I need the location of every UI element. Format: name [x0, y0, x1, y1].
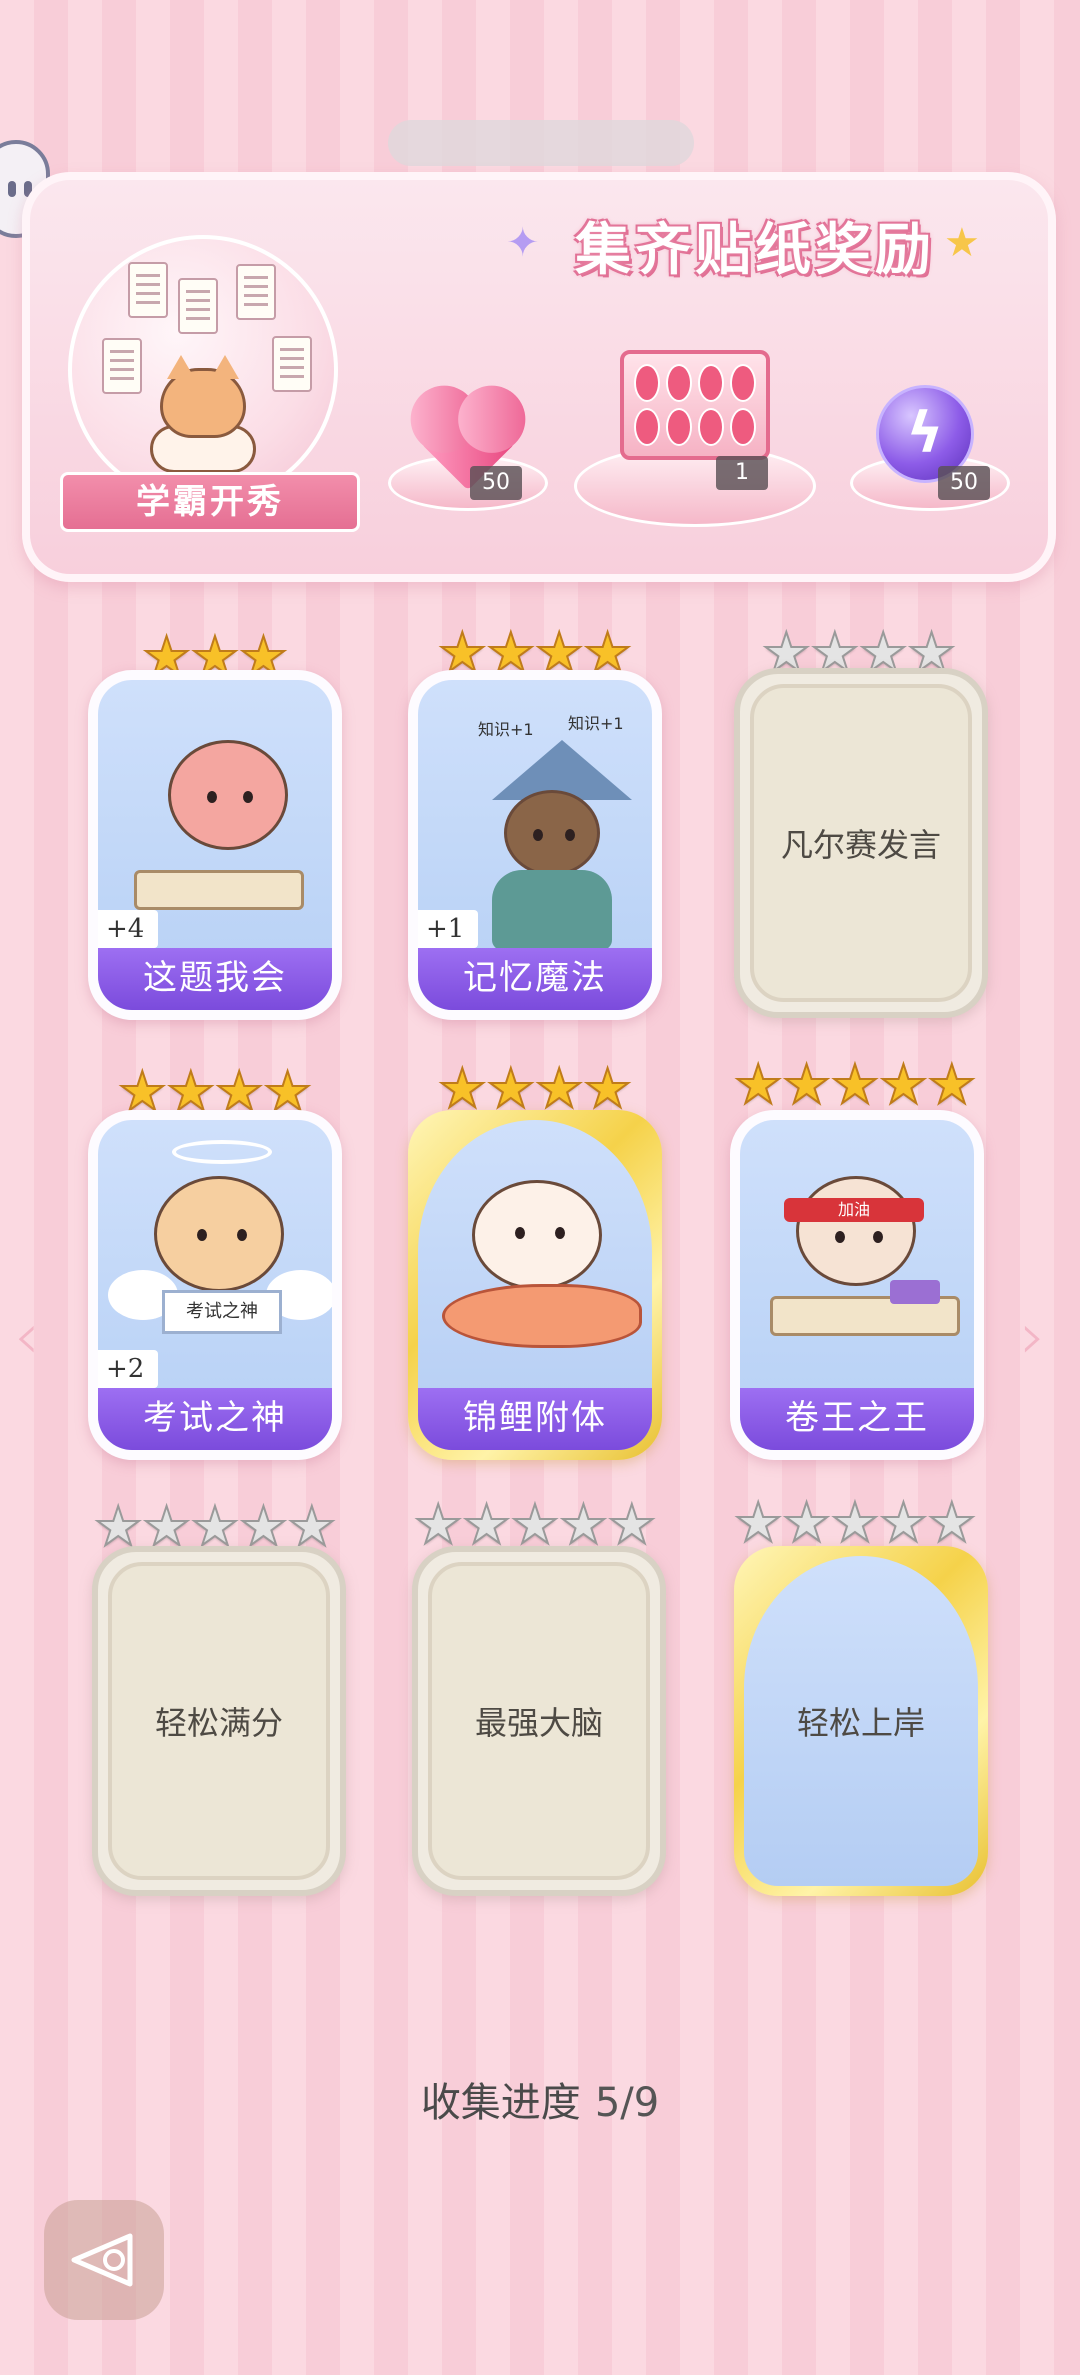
card-stars: ★ ★ ★ ★ ★	[733, 1053, 977, 1116]
headband: 加油	[784, 1198, 924, 1222]
duplicate-count-badge: +4	[98, 910, 159, 948]
paper-icon	[178, 278, 218, 334]
sticker-card-locked-rare[interactable]: 轻松上岸	[734, 1546, 988, 1896]
bear-icon	[168, 740, 288, 850]
card-name: 轻松满分	[154, 1704, 283, 1742]
duplicate-count-badge: +1	[418, 910, 479, 948]
paper-icon	[128, 262, 168, 318]
sparkle-star-icon: ✦	[506, 220, 540, 266]
reward-count: 50	[470, 466, 522, 500]
back-triangle-icon	[71, 2233, 133, 2287]
sticker-card[interactable]: +4 这题我会	[88, 670, 342, 1020]
banner-title: 集齐贴纸奖励	[575, 218, 935, 283]
paper-icon	[272, 336, 312, 392]
card-name: 凡尔赛发言	[780, 826, 941, 864]
card-name: 轻松上岸	[796, 1704, 925, 1742]
theme-ribbon: 学霸开秀	[60, 472, 360, 532]
progress-value: 5/9	[594, 2080, 660, 2126]
reward-count: 1	[716, 456, 768, 490]
angel-cat-icon	[154, 1176, 284, 1292]
otter-wizard-icon	[504, 790, 600, 876]
wizard-robe	[492, 870, 612, 950]
sticker-card-rare[interactable]: 锦鲤附体	[408, 1110, 662, 1460]
sticker-card-locked[interactable]: 轻松满分	[92, 1546, 346, 1896]
sticker-card-locked[interactable]: 最强大脑	[412, 1546, 666, 1896]
desk-icon	[134, 870, 304, 910]
white-bear-icon	[472, 1180, 602, 1290]
collection-progress: 收集进度 5/9	[0, 2070, 1080, 2128]
progress-label: 收集进度	[420, 2080, 581, 2126]
card-name: 这题我会	[98, 948, 332, 1010]
reward-count: 50	[938, 466, 990, 500]
card-stars: ★ ★ ★ ★ ★	[733, 1491, 977, 1554]
angel-sign: 考试之神	[162, 1290, 282, 1334]
calico-cat-icon	[796, 1176, 916, 1286]
halo-icon	[172, 1140, 272, 1164]
koi-fish-icon	[442, 1284, 642, 1348]
sticker-card[interactable]: 知识+1 知识+1 +1 记忆魔法	[408, 670, 662, 1020]
paper-icon	[236, 264, 276, 320]
card-name: 考试之神	[98, 1388, 332, 1450]
paper-icon	[102, 338, 142, 394]
card-name: 卷王之王	[740, 1388, 974, 1450]
wizard-note: 知识+1	[478, 720, 534, 739]
cat-mascot-icon	[160, 355, 246, 438]
back-button[interactable]	[44, 2200, 164, 2320]
card-stars: ★ ★ ★ ★	[437, 1057, 633, 1120]
gift-box-icon[interactable]	[620, 350, 770, 460]
book-icon	[890, 1280, 940, 1304]
duplicate-count-badge: +2	[98, 1350, 159, 1388]
top-status-pill	[388, 120, 694, 166]
card-name: 记忆魔法	[418, 948, 652, 1010]
card-name: 锦鲤附体	[418, 1388, 652, 1450]
wizard-note: 知识+1	[568, 714, 624, 733]
card-stars: ★ ★ ★ ★ ★	[413, 1493, 657, 1556]
sticker-card-locked[interactable]: 凡尔赛发言	[734, 668, 988, 1018]
sticker-card[interactable]: 加油 卷王之王	[730, 1110, 984, 1460]
sticker-card[interactable]: 考试之神 +2 考试之神	[88, 1110, 342, 1460]
card-name: 最强大脑	[474, 1704, 603, 1742]
chevron-left-icon[interactable]: ‹	[14, 1300, 40, 1374]
chevron-right-icon[interactable]: ›	[1020, 1300, 1046, 1374]
